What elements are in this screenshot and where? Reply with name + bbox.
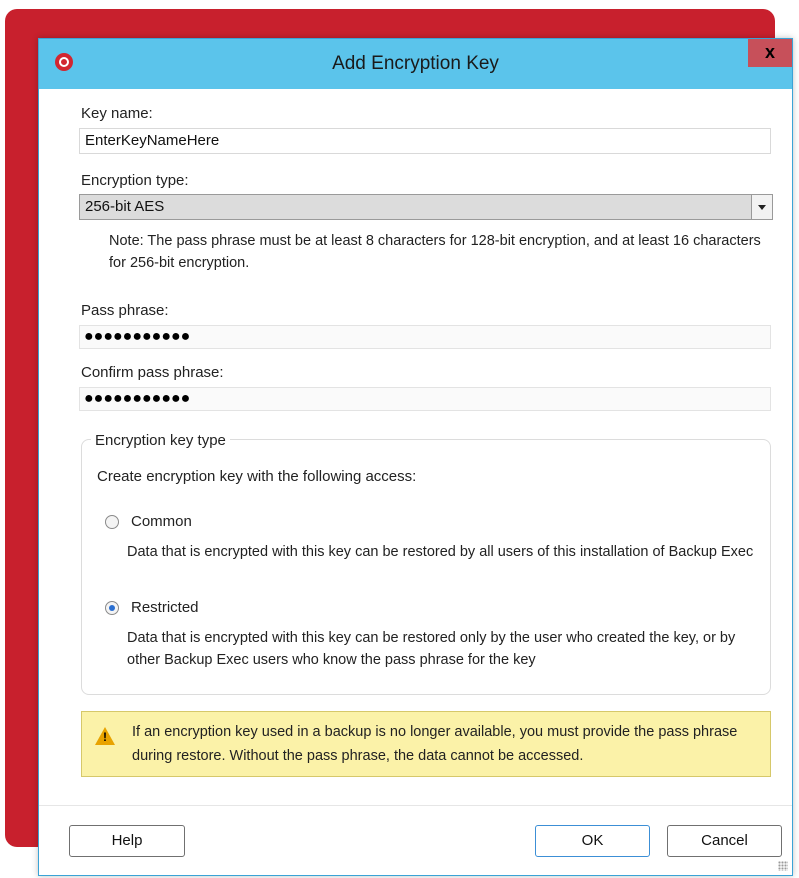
pass-phrase-label: Pass phrase: xyxy=(81,302,169,319)
help-button[interactable]: Help xyxy=(69,825,185,857)
warning-icon: ! xyxy=(95,727,115,745)
footer-divider xyxy=(39,805,792,806)
confirm-pass-phrase-label: Confirm pass phrase: xyxy=(81,364,224,381)
restricted-label[interactable]: Restricted xyxy=(131,599,199,616)
encryption-type-label: Encryption type: xyxy=(81,172,189,189)
warning-banner: ! If an encryption key used in a backup … xyxy=(81,711,771,777)
dialog-title: Add Encryption Key xyxy=(332,53,499,74)
confirm-pass-phrase-input[interactable]: ●●●●●●●●●●● xyxy=(79,387,771,411)
restricted-description: Data that is encrypted with this key can… xyxy=(127,630,736,668)
pass-phrase-note: Note: The pass phrase must be at least 8… xyxy=(109,233,761,271)
add-encryption-key-dialog: Add Encryption Key x Key name: EnterKeyN… xyxy=(38,38,793,876)
key-name-input[interactable]: EnterKeyNameHere xyxy=(79,128,771,154)
resize-grip-icon[interactable] xyxy=(778,861,788,871)
common-label[interactable]: Common xyxy=(131,513,192,530)
common-description: Data that is encrypted with this key can… xyxy=(127,544,754,560)
common-radio[interactable] xyxy=(105,515,119,529)
close-button[interactable]: x xyxy=(748,39,792,67)
encryption-type-value: 256-bit AES xyxy=(85,198,165,215)
encryption-type-select[interactable]: 256-bit AES xyxy=(79,194,773,220)
restricted-radio[interactable] xyxy=(105,601,119,615)
pass-phrase-input[interactable]: ●●●●●●●●●●● xyxy=(79,325,771,349)
warning-text: If an encryption key used in a backup is… xyxy=(132,724,738,764)
chevron-down-icon[interactable] xyxy=(751,195,772,219)
title-bar: Add Encryption Key x xyxy=(39,39,792,89)
key-name-label: Key name: xyxy=(81,105,153,122)
access-instruction: Create encryption key with the following… xyxy=(97,468,417,485)
cancel-button[interactable]: Cancel xyxy=(667,825,782,857)
encryption-key-type-legend: Encryption key type xyxy=(91,432,230,449)
ok-button[interactable]: OK xyxy=(535,825,650,857)
